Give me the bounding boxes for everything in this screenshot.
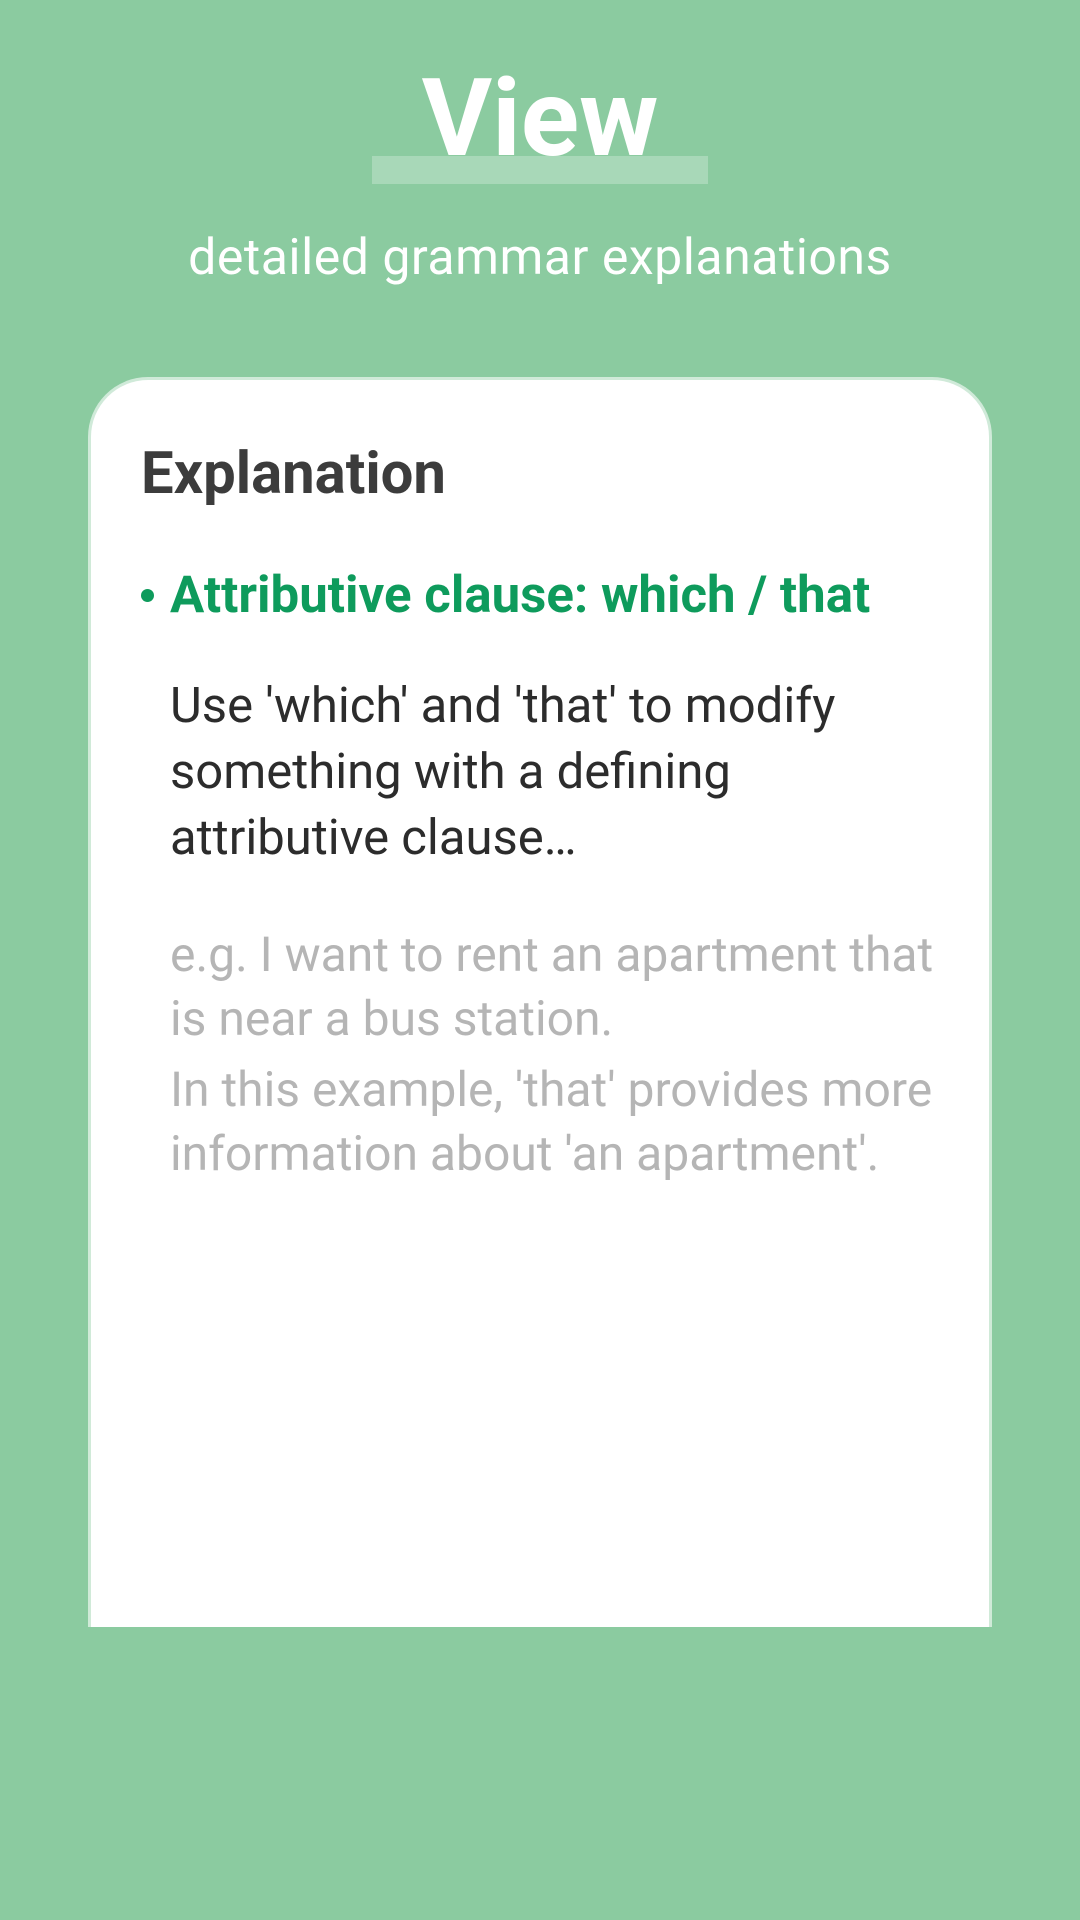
title-text: View [422,56,659,182]
grammar-body-text: Use 'which' and 'that' to modify somethi… [170,673,939,871]
example-sentence: e.g. I want to rent an apartment that is… [170,923,939,1050]
page-title: View [422,60,659,179]
card-heading: Explanation [141,440,939,508]
bullet-dot-icon [141,589,154,602]
explanation-card: Explanation Attributive clause: which / … [88,377,992,1627]
promo-header: View detailed grammar explanations [0,0,1080,287]
grammar-topic-title: Attributive clause: which / that [170,563,870,628]
bullet-row: Attributive clause: which / that [141,563,939,628]
page-subtitle: detailed grammar explanations [0,229,1080,287]
example-explanation: In this example, 'that' provides more in… [170,1058,939,1185]
